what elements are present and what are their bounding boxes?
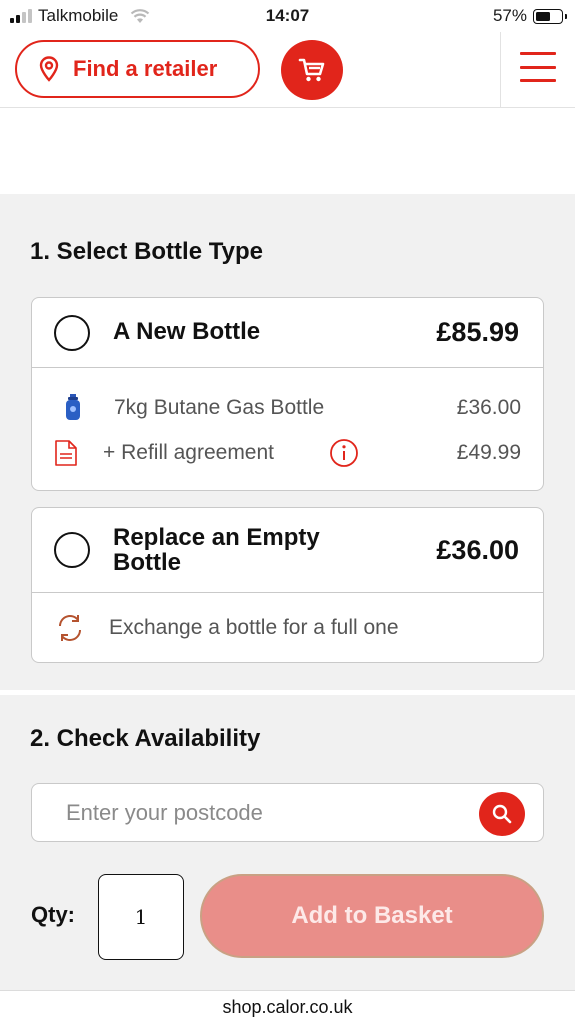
exchange-icon <box>59 615 81 641</box>
gas-bottle-name: 7kg Butane Gas Bottle <box>114 396 325 419</box>
header-divider <box>500 32 501 107</box>
replace-bottle-label-line1: Replace an Empty <box>113 524 320 551</box>
gas-bottle-price: £36.00 <box>456 396 521 419</box>
replace-bottle-price: £36.00 <box>436 535 519 565</box>
location-pin-icon <box>39 56 59 82</box>
section-divider <box>0 690 575 695</box>
clock: 14:07 <box>265 6 310 25</box>
battery-status: 57% <box>492 6 567 26</box>
replace-bottle-label-line2: Bottle <box>113 549 181 576</box>
replace-bottle-radio[interactable] <box>54 532 90 568</box>
new-bottle-header[interactable]: A New Bottle £85.99 <box>32 298 543 368</box>
banner-space <box>0 108 575 194</box>
cart-button[interactable] <box>281 40 343 100</box>
refill-agreement-price: £49.99 <box>456 441 521 464</box>
quantity-input[interactable] <box>98 874 184 960</box>
replace-bottle-option[interactable]: Replace an Empty Bottle £36.00 Exchange … <box>31 507 544 663</box>
new-bottle-label: A New Bottle <box>113 318 261 345</box>
hamburger-menu-icon[interactable] <box>520 52 556 82</box>
postcode-input[interactable] <box>66 796 466 830</box>
check-availability-heading: 2. Check Availability <box>30 725 261 752</box>
cart-icon <box>298 58 325 82</box>
gas-bottle-icon <box>66 394 80 420</box>
select-bottle-heading: 1. Select Bottle Type <box>30 238 263 265</box>
replace-bottle-label: Replace an Empty Bottle <box>113 525 320 575</box>
battery-percent: 57% <box>492 6 527 25</box>
find-retailer-label: Find a retailer <box>73 56 218 81</box>
qty-label: Qty: <box>31 902 75 927</box>
new-bottle-radio[interactable] <box>54 315 90 351</box>
search-button[interactable] <box>479 792 525 836</box>
search-icon <box>492 804 512 824</box>
url-bar[interactable]: shop.calor.co.uk <box>0 990 575 1024</box>
document-icon <box>55 440 77 466</box>
new-bottle-option[interactable]: A New Bottle £85.99 7kg Butane Gas Bottl… <box>31 297 544 491</box>
status-bar: Talkmobile 14:07 57% <box>0 0 575 32</box>
replace-bottle-header[interactable]: Replace an Empty Bottle £36.00 <box>32 508 543 593</box>
new-bottle-price: £85.99 <box>436 317 519 347</box>
site-header: Find a retailer <box>0 32 575 108</box>
postcode-box <box>31 783 544 842</box>
info-icon[interactable] <box>329 438 359 468</box>
exchange-label: Exchange a bottle for a full one <box>109 616 399 639</box>
battery-icon <box>533 8 567 24</box>
refill-agreement-label: + Refill agreement <box>103 441 275 464</box>
add-to-basket-button[interactable]: Add to Basket <box>200 874 544 958</box>
find-retailer-button[interactable]: Find a retailer <box>15 40 260 98</box>
